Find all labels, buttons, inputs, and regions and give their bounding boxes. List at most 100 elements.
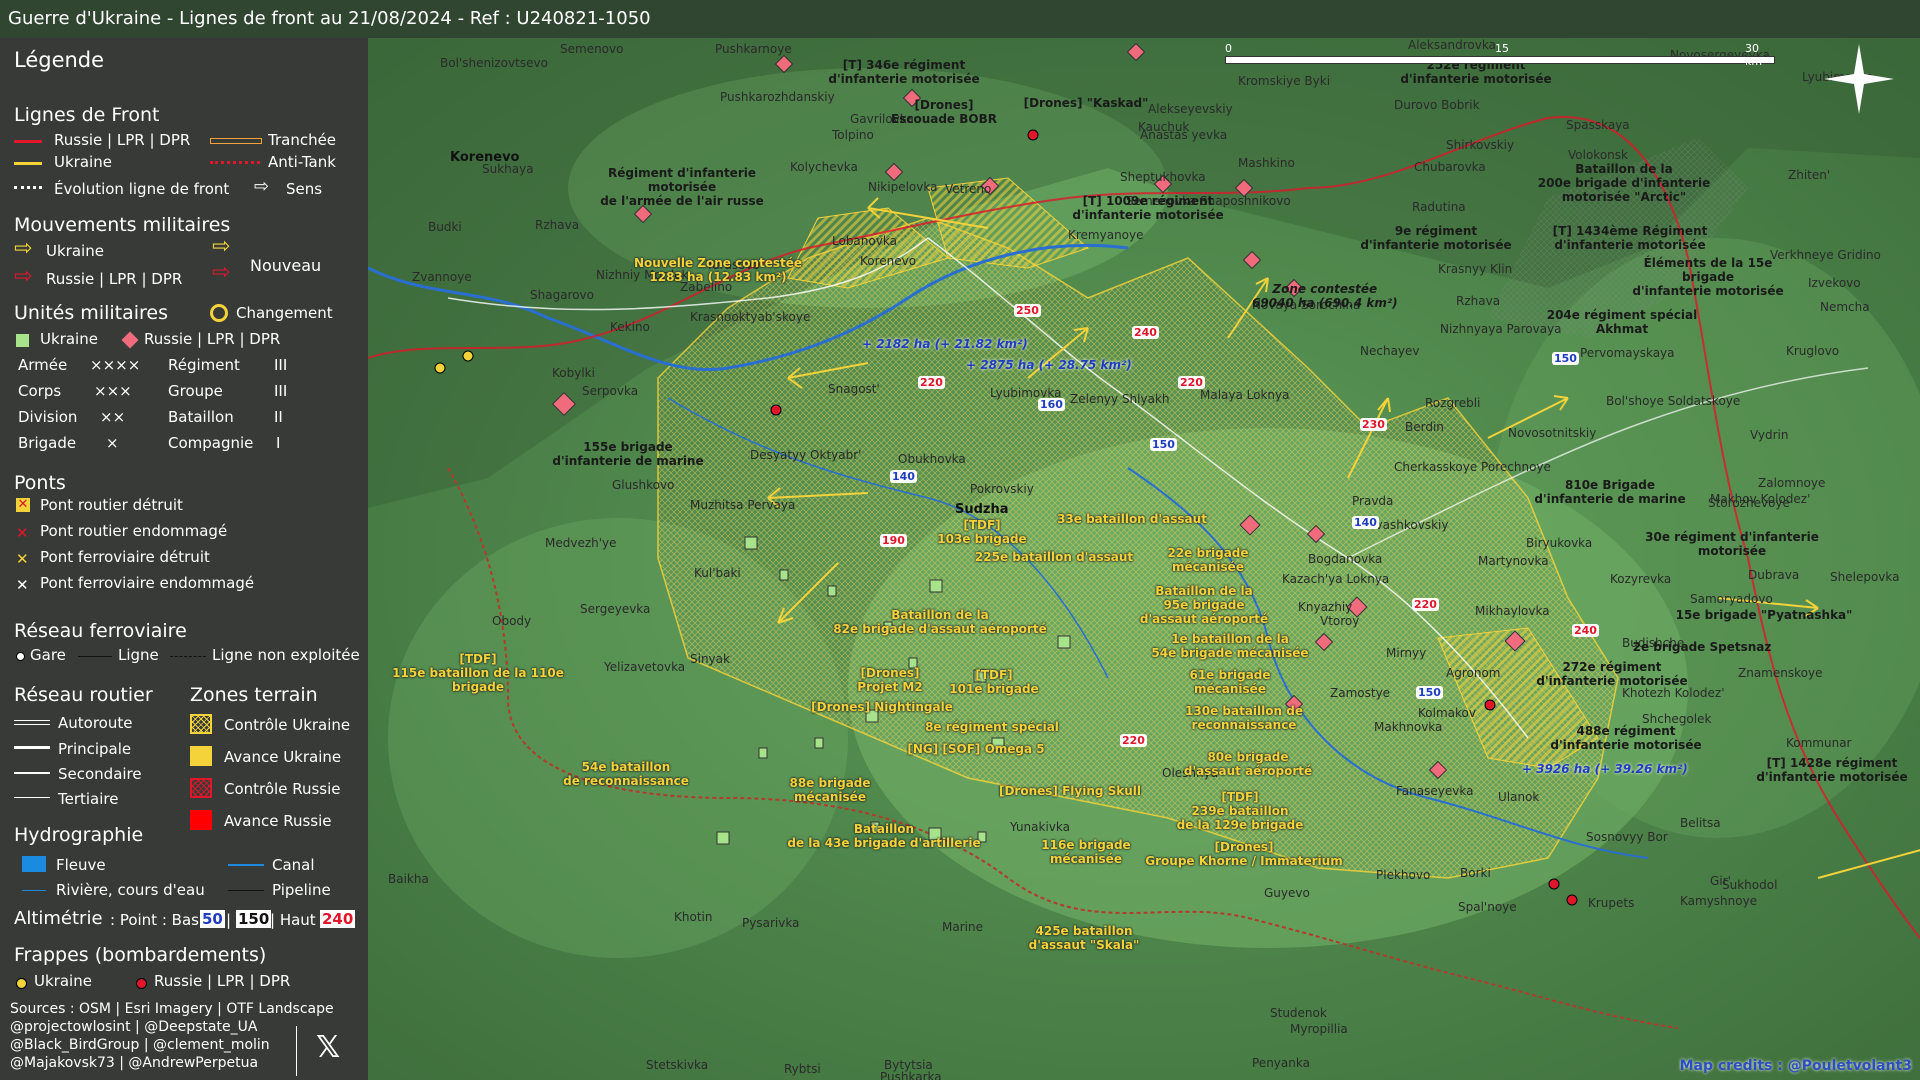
unit-row-regiment-symbol: III bbox=[274, 356, 288, 374]
area-gain-label: + 2182 ha (+ 21.82 km²) bbox=[862, 337, 1028, 351]
altitude-point: 240 bbox=[1572, 624, 1599, 637]
front-russia-swatch bbox=[14, 140, 42, 143]
place-label: Fanaseyevka bbox=[1396, 784, 1474, 798]
sources-divider bbox=[296, 1026, 297, 1076]
place-label: Knyazhiy bbox=[1298, 600, 1353, 614]
place-label: Storozhevoye bbox=[1708, 496, 1790, 510]
rail-unused-swatch bbox=[170, 656, 206, 657]
x-logo-icon[interactable]: 𝕏 bbox=[316, 1030, 340, 1065]
altitude-point: 220 bbox=[1178, 376, 1205, 389]
place-label: Pushkarka bbox=[880, 1070, 942, 1080]
place-label: Obody bbox=[492, 614, 532, 628]
place-label: Belitsa bbox=[1680, 816, 1721, 830]
place-label: Nechayev bbox=[1360, 344, 1420, 358]
zone-russia-control-label: Contrôle Russie bbox=[224, 780, 341, 798]
place-label: Zalomnoye bbox=[1758, 476, 1826, 490]
unit-row-battalion: Bataillon bbox=[168, 408, 234, 426]
russia-unit-label: [T] 346e régiment d'infanterie motorisée bbox=[828, 58, 980, 86]
place-label: Kremyanoye bbox=[1068, 228, 1144, 242]
road-highway-swatch bbox=[14, 720, 50, 725]
legend-hydro-title: Hydrographie bbox=[14, 824, 144, 846]
altitude-point: 220 bbox=[1120, 734, 1147, 747]
place-label: Ivashkovskiy bbox=[1372, 518, 1449, 532]
strike-russia-icon bbox=[136, 978, 147, 989]
river-swatch bbox=[22, 890, 46, 891]
place-label: Izvekovo bbox=[1808, 276, 1861, 290]
place-label: Khotin bbox=[674, 910, 713, 924]
place-label: Khotezh Kolodez' bbox=[1622, 686, 1725, 700]
place-label: Cherkasskoye Porechnoye bbox=[1394, 460, 1551, 474]
place-label: Verkhneye Gridino bbox=[1770, 248, 1881, 262]
russia-unit-label: Régiment d'infanterie motorisée de l'armée… bbox=[600, 166, 764, 208]
rail-station-label: Gare bbox=[30, 646, 66, 664]
legend-panel: Légende Lignes de Front Russie | LPR | D… bbox=[0, 38, 368, 1080]
zone-ukraine-advance-swatch bbox=[190, 746, 212, 766]
place-label: Malaya Loknya bbox=[1200, 388, 1290, 402]
ukraine-unit-label: 61e brigade mécanisée bbox=[1189, 668, 1271, 696]
river-big-swatch bbox=[22, 856, 46, 872]
place-label: Kozyrevka bbox=[1610, 572, 1672, 586]
place-label: Myropillia bbox=[1290, 1022, 1348, 1036]
place-label: Biryukovka bbox=[1526, 536, 1593, 550]
place-label: Yunakivka bbox=[1010, 820, 1070, 834]
place-label: Dubrava bbox=[1748, 568, 1800, 582]
place-label: Kommunar bbox=[1786, 736, 1852, 750]
bridge-item-rail-damaged: Pont ferroviaire endommagé bbox=[40, 574, 255, 592]
contested-zone-label: Zone contestée 69040 ha (690.4 km²) bbox=[1252, 282, 1398, 310]
pipeline-label: Pipeline bbox=[272, 881, 331, 899]
antitank-label: Anti-Tank bbox=[268, 153, 336, 171]
russia-unit-label: 2e brigade Spetsnaz bbox=[1632, 640, 1772, 654]
place-label: Spasskaya bbox=[1566, 118, 1630, 132]
town-label: Korenevo bbox=[450, 150, 520, 165]
place-label: Snagost' bbox=[828, 382, 880, 396]
road-highway-label: Autoroute bbox=[58, 714, 133, 732]
place-label: Plekhovo bbox=[1376, 868, 1431, 882]
source-line: Sources : OSM | Esri Imagery | OTF Lands… bbox=[10, 1001, 334, 1017]
place-label: Radutina bbox=[1412, 200, 1466, 214]
place-label: Spal'noye bbox=[1458, 900, 1517, 914]
place-label: Shagarovo bbox=[530, 288, 595, 302]
direction-arrow-icon: ⇨ bbox=[254, 176, 270, 197]
zone-ukraine-control-label: Contrôle Ukraine bbox=[224, 716, 351, 734]
place-label: Znamenskoye bbox=[1738, 666, 1823, 680]
place-label: Serpovka bbox=[582, 384, 639, 398]
map-title: Guerre d'Ukraine - Lignes de front au 21… bbox=[0, 0, 1920, 38]
road-main-label: Principale bbox=[58, 740, 132, 758]
new-ukraine-arrow-icon: ⇨ bbox=[212, 234, 231, 259]
zone-russia-advance-swatch bbox=[190, 810, 212, 830]
road-main-swatch bbox=[14, 746, 50, 749]
place-label: Nemcha bbox=[1820, 300, 1870, 314]
scale-mid: 15 bbox=[1495, 42, 1509, 55]
ukraine-unit-label: 88e brigade mécanisée bbox=[789, 776, 871, 804]
unit-row-company-symbol: I bbox=[276, 434, 281, 452]
place-label: Vetreno bbox=[945, 182, 992, 196]
ukraine-unit-label: [TDF] 101e brigade bbox=[949, 668, 1039, 696]
rail-bridge-damaged-icon: ✕ bbox=[16, 576, 29, 594]
place-label: Chubarovka bbox=[1414, 160, 1486, 174]
map-area[interactable]: D'yakovkaKubyshevoSemenovoPushkarnoyeDur… bbox=[368, 38, 1920, 1080]
place-label: Alekseyevskiy bbox=[1148, 102, 1233, 116]
source-line: @Black_BirdGroup | @clement_molin bbox=[10, 1037, 270, 1053]
place-label: Krasnooktyab'skoye bbox=[690, 310, 811, 324]
ukraine-unit-label: 1e bataillon de la 54e brigade mécanisée bbox=[1151, 632, 1309, 660]
russia-unit-label: [T] 1434ème Régiment d'infanterie motoris… bbox=[1552, 224, 1708, 252]
ukraine-unit-label: [Drones] Groupe Khorne / Immaterium bbox=[1145, 840, 1343, 868]
russia-unit-label: [T] 1428e régiment d'infanterie motorisée bbox=[1756, 756, 1908, 784]
place-label: Ulanok bbox=[1498, 790, 1540, 804]
ukraine-unit-label: 116e brigade mécanisée bbox=[1041, 838, 1131, 866]
strike-russia-icon bbox=[1484, 699, 1496, 711]
scale-end: 30 km bbox=[1745, 42, 1763, 68]
legend-strikes-title: Frappes (bombardements) bbox=[14, 944, 267, 966]
place-label: Korenevo bbox=[860, 254, 917, 268]
russia-unit-label: [T] 1009e régiment d'infanterie motorisée bbox=[1072, 194, 1224, 222]
ukraine-unit-label: [Drones] Nightingale bbox=[811, 700, 953, 714]
place-label: Kauchuk bbox=[1138, 120, 1190, 134]
place-label: Baikha bbox=[388, 872, 429, 886]
rail-line-label: Ligne bbox=[118, 646, 159, 664]
trench-label: Tranchée bbox=[268, 131, 337, 149]
russia-unit-label: 810e Brigade d'infanterie de marine bbox=[1534, 478, 1686, 506]
place-label: Samoryadovo bbox=[1690, 592, 1773, 606]
place-label: Rzhava bbox=[1456, 294, 1501, 308]
front-ukraine-swatch bbox=[14, 162, 42, 165]
change-label: Changement bbox=[236, 304, 333, 322]
